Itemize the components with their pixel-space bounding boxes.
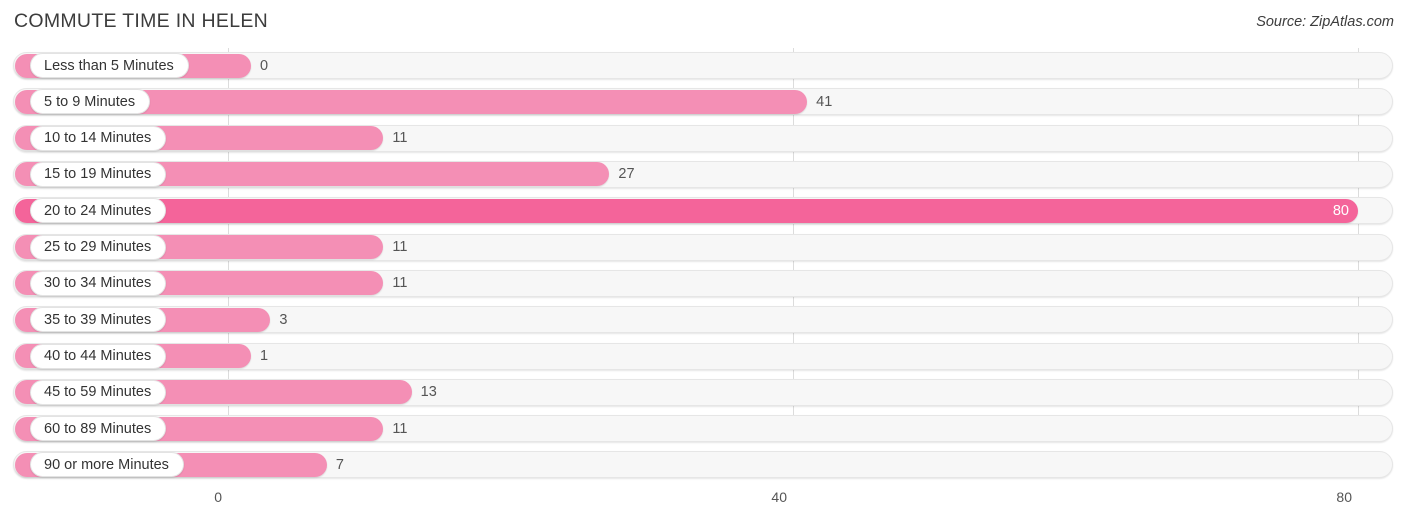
category-label: 35 to 39 Minutes (30, 307, 167, 333)
category-label: 40 to 44 Minutes (30, 343, 167, 369)
table-row: 60 to 89 Minutes 11 (0, 411, 1406, 447)
category-label: 90 or more Minutes (30, 452, 184, 478)
value-label: 11 (392, 130, 408, 147)
category-label: 25 to 29 Minutes (30, 234, 167, 260)
value-label: 0 (260, 57, 269, 74)
table-row: 25 to 29 Minutes 11 (0, 230, 1406, 266)
value-label: 80 (1332, 202, 1349, 219)
value-label: 13 (420, 384, 437, 401)
table-row: 40 to 44 Minutes 1 (0, 339, 1406, 375)
source-attribution: Source: ZipAtlas.com (1256, 14, 1394, 30)
value-label: 27 (618, 166, 635, 183)
page-title: COMMUTE TIME IN HELEN (14, 10, 269, 32)
table-row: 10 to 14 Minutes 11 (0, 121, 1406, 157)
category-label: 5 to 9 Minutes (30, 89, 151, 115)
value-label: 11 (392, 420, 408, 437)
value-label: 41 (816, 93, 833, 110)
plot-area: Less than 5 Minutes 0 5 to 9 Minutes 41 10 t… (0, 48, 1406, 505)
axis-tick-80: 80 (1336, 489, 1352, 505)
bar[interactable] (15, 198, 1358, 223)
category-label: 10 to 14 Minutes (30, 125, 167, 151)
category-label: Less than 5 Minutes (30, 53, 189, 78)
table-row: 5 to 9 Minutes 41 (0, 84, 1406, 120)
value-label: 3 (279, 311, 288, 328)
bar-rows: Less than 5 Minutes 0 5 to 9 Minutes 41 10 t… (0, 48, 1406, 484)
value-label: 11 (392, 275, 408, 292)
category-label: 15 to 19 Minutes (30, 161, 167, 187)
table-row: 30 to 34 Minutes 11 (0, 266, 1406, 302)
table-row: 35 to 39 Minutes 3 (0, 302, 1406, 338)
commute-time-bar-chart: COMMUTE TIME IN HELEN Source: ZipAtlas.c… (0, 0, 1406, 523)
x-axis: 0 40 80 (0, 485, 1406, 523)
table-row: 90 or more Minutes 7 (0, 447, 1406, 483)
table-row: 20 to 24 Minutes 80 (0, 193, 1406, 229)
category-label: 30 to 34 Minutes (30, 270, 167, 296)
axis-tick-40: 40 (771, 489, 787, 505)
axis-tick-0: 0 (214, 489, 222, 505)
category-label: 60 to 89 Minutes (30, 416, 167, 442)
table-row: Less than 5 Minutes 0 (0, 48, 1406, 84)
value-label: 1 (260, 348, 269, 364)
table-row: 45 to 59 Minutes 13 (0, 375, 1406, 411)
value-label: 11 (392, 239, 408, 256)
category-label: 45 to 59 Minutes (30, 379, 167, 405)
table-row: 15 to 19 Minutes 27 (0, 157, 1406, 193)
category-label: 20 to 24 Minutes (30, 198, 167, 224)
value-label: 7 (335, 456, 344, 473)
